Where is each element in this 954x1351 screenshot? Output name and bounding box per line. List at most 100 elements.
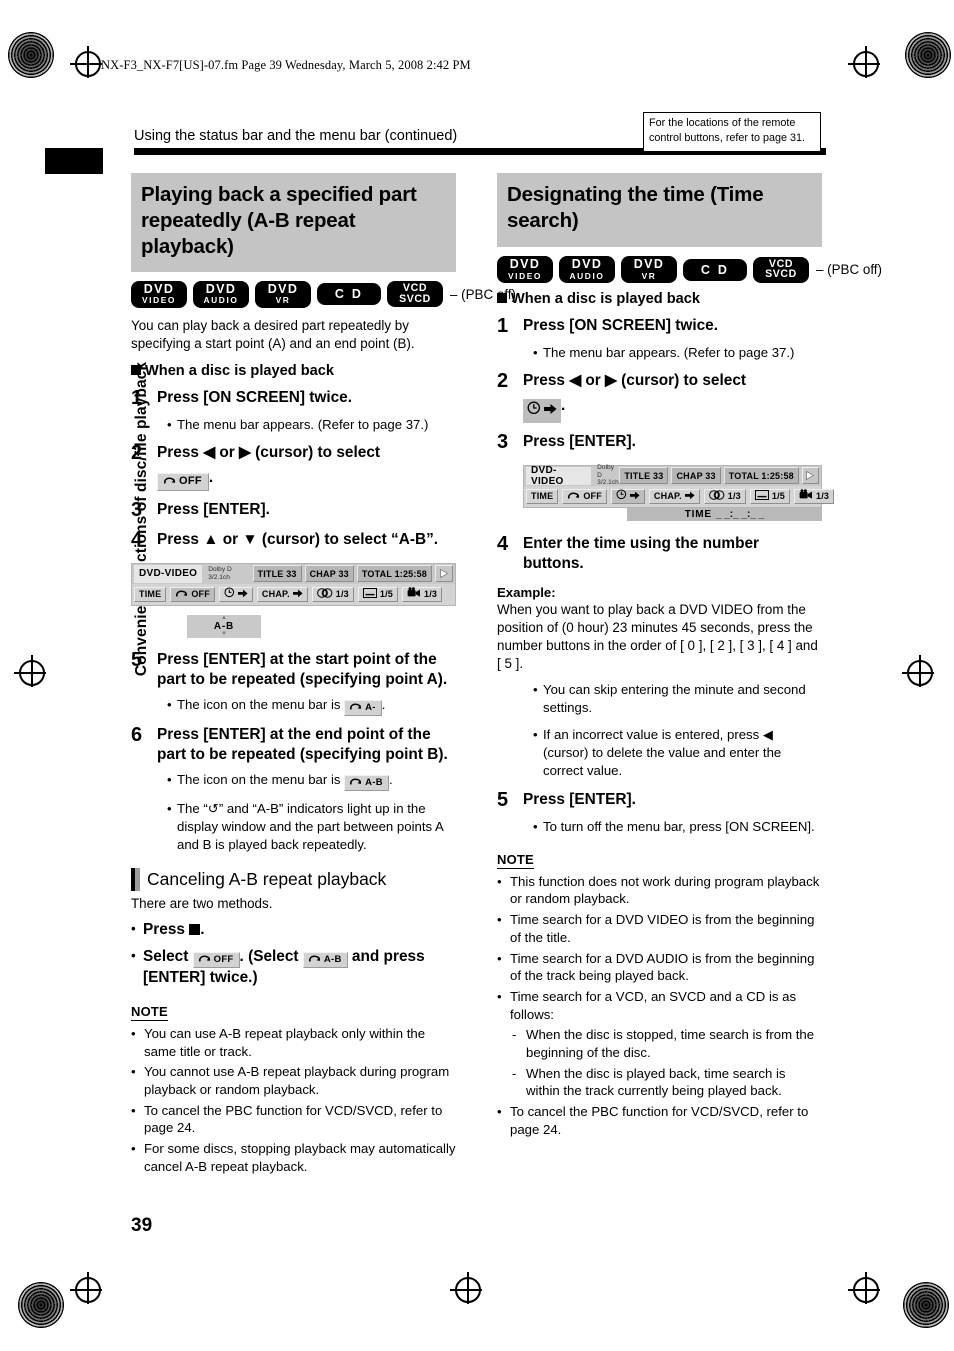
square-bullet-icon [131, 365, 141, 376]
right-note-heading: NOTE [497, 851, 534, 869]
step-number: 1 [497, 315, 509, 338]
time-search-chip[interactable] [523, 398, 561, 423]
repeat-off-label: OFF [213, 953, 234, 965]
repeat-icon [163, 476, 176, 487]
menubar-angle-cell[interactable]: 1/3 [402, 586, 443, 602]
menubar-repeat-cell[interactable]: OFF [170, 586, 215, 602]
badge-line2: VR [275, 295, 291, 306]
time-entry-value: _ _:_ _:_ _ [715, 508, 765, 520]
right-note-list: • This function does not work during prog… [497, 873, 822, 1139]
repeat-a-chip[interactable]: A- [344, 699, 382, 716]
bullet-dot: • [167, 800, 172, 816]
bullet-dot: • [497, 1104, 502, 1120]
left-column: Playing back a specified part repeatedly… [131, 173, 516, 1176]
step-text: Enter the time using the number buttons. [523, 534, 760, 572]
bullet-dot: • [497, 988, 502, 1004]
menubar-chapter-search-cell[interactable]: CHAP. [648, 488, 700, 504]
bullet-dot: • [533, 818, 538, 834]
repeat-icon [567, 491, 580, 502]
page-number: 39 [131, 1215, 153, 1236]
bullet-dot: • [131, 1025, 136, 1041]
cursor-left-icon: ◀ [203, 443, 216, 461]
time-entry-label: TIME [684, 508, 712, 520]
menubar-time-cell[interactable]: TIME [526, 488, 559, 504]
left-step-6-sub2: • The “↺” and “A-B” indicators light up … [131, 800, 456, 854]
halftone-dot-bottom-right [903, 1282, 949, 1328]
badge-vcd-svcd: VCD SVCD [753, 256, 809, 284]
right-step-2: 2 Press ◀ or ▶ (cursor) to select . [497, 369, 822, 423]
chapter-info-text: CHAP 33 [309, 568, 349, 579]
right-subhead: When a disc is played back [497, 291, 822, 307]
menubar-audio-cell[interactable]: 1/3 [311, 586, 354, 602]
note-subitem-text: When the disc is played back, time searc… [526, 1065, 786, 1099]
chevron-down-icon: ▼ [221, 630, 227, 637]
total-time-text: TOTAL 1:25:58 [361, 568, 427, 579]
step-number: 2 [497, 369, 509, 392]
menubar-dropdown-wrap: TIME _ _:_ _:_ _ [523, 507, 822, 521]
menubar-time-cell[interactable]: TIME [134, 586, 167, 602]
example-bullet-text: You can skip entering the minute and sec… [543, 682, 806, 716]
repeat-ab-chip[interactable]: A-B [344, 774, 389, 791]
right-step-5-sub: • To turn off the menu bar, press [ON SC… [497, 818, 822, 836]
step-text: Press [ON SCREEN] twice. [157, 389, 353, 407]
menubar-chapter-search-cell[interactable]: CHAP. [256, 586, 308, 602]
stop-button-icon [189, 923, 201, 935]
example-bullet-1: • You can skip entering the minute and s… [497, 681, 822, 717]
left-note-list: • You can use A-B repeat playback only wi… [131, 1025, 456, 1176]
dolby-line2: 3/2.1ch [208, 573, 230, 581]
menubar-time-entry-field[interactable]: TIME _ _:_ _:_ _ [627, 507, 822, 521]
halftone-dot-top-left [8, 32, 54, 78]
note-item-text: For some discs, stopping playback may au… [144, 1141, 456, 1174]
step-number: 6 [131, 723, 143, 746]
note-item-text: To cancel the PBC function for VCD/SVCD,… [144, 1102, 443, 1136]
cursor-right-icon: ▶ [239, 443, 251, 461]
dolby-line2: 3/2.1ch [597, 479, 619, 487]
dash-bullet: - [512, 1065, 517, 1081]
menubar-disc-label: DVD-VIDEO [134, 564, 203, 583]
step-sub-text: The icon on the menu bar is A-B. [177, 771, 393, 791]
menubar-angle-cell[interactable]: 1/3 [794, 488, 835, 504]
step-number: 5 [497, 789, 509, 812]
bullet-dot: • [131, 1102, 136, 1118]
example-bullet-2: • If an incorrect value is entered, pres… [497, 726, 822, 780]
menubar-chapter-info: CHAP 33 [304, 565, 354, 583]
left-intro-paragraph: You can play back a desired part repeate… [131, 317, 415, 351]
menubar-dropdown-wrap: ▲ A-B ▼ [131, 606, 456, 638]
menubar-audio-cell[interactable]: 1/3 [703, 487, 746, 505]
left-subhead: When a disc is played back [131, 363, 456, 379]
registration-mark-bottom-right [848, 1272, 880, 1304]
menubar-time-search-cell[interactable] [218, 585, 253, 603]
menubar-time-search-cell[interactable] [610, 487, 645, 505]
note-item-text: This function does not work during progr… [510, 873, 820, 907]
audio-icon [708, 487, 725, 505]
canceling-intro: There are two methods. [131, 895, 273, 911]
repeat-icon [198, 954, 211, 965]
badge-cd: C D [317, 283, 381, 306]
note-item-text: You cannot use A-B repeat playback durin… [144, 1064, 450, 1098]
note-item: • To cancel the PBC function for VCD/SVCD… [497, 1103, 822, 1138]
canceling-bullet-2-text: Select OFF. (Select A-B and press [ENTER… [143, 947, 456, 988]
time-cell-label: TIME [139, 589, 162, 600]
title-info-text: TITLE 33 [257, 568, 297, 579]
sub-suffix: . [381, 696, 386, 712]
clock-icon [527, 401, 541, 421]
running-head-title: Using the status bar and the menu bar (c… [134, 128, 458, 144]
menubar-subtitle-cell[interactable]: 1/5 [357, 586, 399, 602]
clock-icon [616, 487, 627, 505]
registration-mark-mid-right [902, 655, 934, 687]
menubar-subtitle-cell[interactable]: 1/5 [749, 488, 791, 504]
bullet1-after: . [200, 920, 205, 938]
repeat-off-chip[interactable]: OFF [157, 472, 209, 491]
menubar-total-time-info: TOTAL 1:25:58 [723, 467, 799, 485]
bullet-dot: • [497, 912, 502, 928]
menubar-repeat-cell[interactable]: OFF [562, 488, 607, 504]
example-block: Example: When you want to play back a DV… [497, 585, 822, 674]
step-text: Press ◀ or ▶ (cursor) to select OFF . [157, 443, 456, 491]
chapter-cell-label: CHAP. [653, 491, 682, 502]
menubar-ab-dropdown[interactable]: ▲ A-B ▼ [187, 614, 261, 638]
arrow-right-icon [237, 585, 248, 603]
halftone-dot-bottom-left [18, 1282, 64, 1328]
repeat-ab-chip[interactable]: A-B [302, 951, 348, 968]
step-number: 2 [131, 441, 143, 464]
repeat-off-chip[interactable]: OFF [192, 951, 240, 968]
